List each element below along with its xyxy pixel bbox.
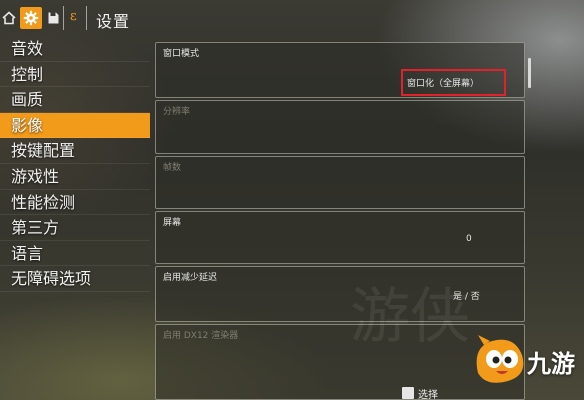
sidebar-item-language[interactable]: 语言 <box>0 241 150 267</box>
setting-label: 窗口模式 <box>163 49 200 59</box>
mascot-logo-icon <box>476 335 524 383</box>
e-tab-icon[interactable]: ε <box>70 9 77 24</box>
select-hint-label: 选择 <box>418 389 438 400</box>
setting-label: 启用 DX12 渲染器 <box>163 331 239 341</box>
settings-sidebar: 音效 控制 画质 影像 按键配置 游戏性 性能检测 第三方 语言 无障碍选项 <box>0 36 152 292</box>
brand-logo-text: 九游 <box>527 350 575 378</box>
setting-window-mode[interactable]: 窗口模式 窗口化（全屏幕） <box>155 42 525 98</box>
sidebar-item-third-party[interactable]: 第三方 <box>0 215 150 241</box>
faint-watermark-text: 游侠 <box>350 282 470 352</box>
setting-framerate: 帧数 <box>155 156 525 209</box>
sidebar-item-graphics[interactable]: 画质 <box>0 87 150 113</box>
settings-tab-button[interactable] <box>20 7 42 29</box>
setting-label: 分辨率 <box>163 107 191 117</box>
home-button[interactable] <box>0 7 18 29</box>
save-button[interactable] <box>45 7 61 29</box>
sidebar-item-performance[interactable]: 性能检测 <box>0 190 150 216</box>
sidebar-item-accessibility[interactable]: 无障碍选项 <box>0 266 150 292</box>
home-icon <box>2 11 16 25</box>
panel-scrollbar[interactable] <box>528 58 531 88</box>
key-prompt-icon <box>402 387 414 399</box>
toolbar-divider <box>86 6 87 30</box>
highlight-box <box>401 69 506 96</box>
setting-label: 帧数 <box>163 163 182 173</box>
footer-hint: 选择 <box>402 386 438 400</box>
setting-label: 启用减少延迟 <box>163 273 218 283</box>
sidebar-item-keybindings[interactable]: 按键配置 <box>0 138 150 164</box>
setting-label: 屏幕 <box>163 218 182 228</box>
screen-value[interactable]: 0 <box>466 234 472 244</box>
setting-screen[interactable]: 屏幕 0 <box>155 211 525 264</box>
top-bar: ε 设置 <box>0 0 584 34</box>
floppy-disk-icon <box>48 12 58 24</box>
sidebar-item-audio[interactable]: 音效 <box>0 36 150 62</box>
setting-resolution: 分辨率 <box>155 100 525 154</box>
sidebar-item-controls[interactable]: 控制 <box>0 62 150 88</box>
sidebar-item-video[interactable]: 影像 <box>0 112 150 139</box>
sidebar-item-gameplay[interactable]: 游戏性 <box>0 164 150 190</box>
toolbar-divider <box>63 6 64 30</box>
gear-icon <box>23 10 39 26</box>
page-title: 设置 <box>96 12 131 31</box>
